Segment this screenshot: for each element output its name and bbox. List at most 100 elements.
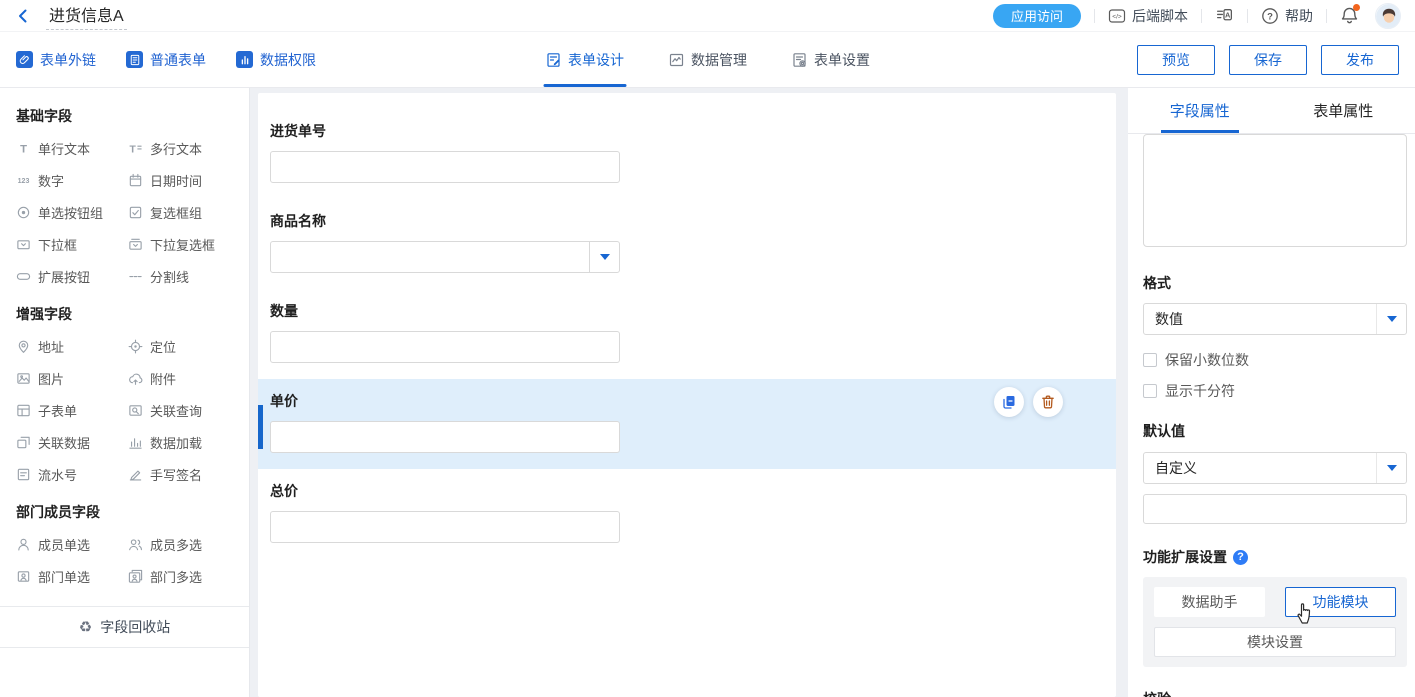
- preview-button[interactable]: 预览: [1137, 45, 1215, 75]
- number-icon: 123: [16, 173, 31, 188]
- field-type-item-subform[interactable]: 子表单: [16, 394, 128, 426]
- data-permission-link[interactable]: 数据权限: [236, 50, 316, 70]
- field-type-label: 扩展按钮: [38, 267, 90, 286]
- avatar[interactable]: [1375, 3, 1401, 29]
- field-type-item-link-data[interactable]: 关联数据: [16, 426, 128, 458]
- permission-icon: [236, 51, 253, 68]
- field-input[interactable]: [270, 151, 620, 183]
- quick-links: 表单外链 普通表单 数据权限: [16, 50, 316, 70]
- app-access-button[interactable]: 应用访问: [993, 4, 1081, 28]
- tab-data-manage-label: 数据管理: [691, 50, 747, 70]
- form-field-row[interactable]: 数量: [258, 289, 1116, 379]
- module-settings-button[interactable]: 模块设置: [1154, 627, 1396, 657]
- field-type-item-datetime[interactable]: 日期时间: [128, 164, 239, 196]
- field-type-item-serial-number[interactable]: 流水号: [16, 458, 128, 490]
- field-options-box[interactable]: [1143, 134, 1407, 247]
- chevron-down-icon[interactable]: [1376, 453, 1406, 483]
- field-type-item-address[interactable]: 地址: [16, 330, 128, 362]
- form-field-row[interactable]: 商品名称: [258, 199, 1116, 289]
- page-title[interactable]: 进货信息A: [46, 2, 127, 30]
- default-value-select[interactable]: 自定义: [1143, 452, 1407, 484]
- copy-field-button[interactable]: [994, 387, 1024, 417]
- tab-data-manage[interactable]: 数据管理: [668, 32, 747, 87]
- checkbox-icon[interactable]: [1143, 353, 1157, 367]
- field-recycle-bin[interactable]: ♻ 字段回收站: [0, 606, 249, 648]
- field-type-item-image[interactable]: 图片: [16, 362, 128, 394]
- svg-text:A: A: [1225, 11, 1231, 20]
- function-module-button[interactable]: 功能模块: [1285, 587, 1396, 617]
- data-assistant-button[interactable]: 数据助手: [1154, 587, 1265, 617]
- field-type-item-member-single[interactable]: 成员单选: [16, 528, 128, 560]
- save-button[interactable]: 保存: [1229, 45, 1307, 75]
- field-type-item-dept-single[interactable]: 部门单选: [16, 560, 128, 592]
- canvas-area: 进货单号商品名称数量单价总价: [250, 88, 1122, 697]
- form-canvas[interactable]: 进货单号商品名称数量单价总价: [258, 93, 1116, 697]
- multi-select-icon: [128, 237, 143, 252]
- serial-number-icon: [16, 467, 31, 482]
- field-type-item-data-load[interactable]: 数据加载: [128, 426, 239, 458]
- default-select-value: 自定义: [1144, 458, 1197, 478]
- field-type-item-checkbox-group[interactable]: 复选框组: [128, 196, 239, 228]
- field-input[interactable]: [270, 511, 620, 543]
- field-type-label: 多行文本: [150, 139, 202, 158]
- tab-form-properties[interactable]: 表单属性: [1272, 88, 1415, 133]
- field-type-item-location[interactable]: 定位: [128, 330, 239, 362]
- notification-dot: [1353, 4, 1360, 11]
- dept-multi-icon: [128, 569, 143, 584]
- default-value-input[interactable]: [1143, 494, 1407, 524]
- chevron-down-icon[interactable]: [589, 242, 619, 272]
- field-type-item-multi-select[interactable]: 下拉复选框: [128, 228, 239, 260]
- notifications-button[interactable]: [1340, 6, 1359, 25]
- panel-body: 格式 数值 保留小数位数显示千分符 默认值 自定义 功能扩展设置 ? 数据助手功…: [1128, 134, 1415, 697]
- form-field-row[interactable]: 总价: [258, 469, 1116, 559]
- field-type-item-radio-group[interactable]: 单选按钮组: [16, 196, 128, 228]
- format-select[interactable]: 数值: [1143, 303, 1407, 335]
- option-checkbox-row[interactable]: 显示千分符: [1143, 375, 1407, 406]
- field-type-item-divider[interactable]: 分割线: [128, 260, 239, 292]
- normal-form-link[interactable]: 普通表单: [126, 50, 206, 70]
- checkbox-icon[interactable]: [1143, 384, 1157, 398]
- toolbar-actions: 预览 保存 发布: [1137, 45, 1399, 75]
- data-load-icon: [128, 435, 143, 450]
- field-input[interactable]: [270, 331, 620, 363]
- format-section-title: 格式: [1143, 273, 1407, 293]
- field-type-label: 关联数据: [38, 433, 90, 452]
- field-input[interactable]: [270, 421, 620, 453]
- field-type-item-select[interactable]: 下拉框: [16, 228, 128, 260]
- back-button[interactable]: [10, 3, 36, 29]
- option-checkbox-row[interactable]: 保留小数位数: [1143, 344, 1407, 375]
- tab-form-design[interactable]: 表单设计: [545, 32, 624, 87]
- divider: [1247, 9, 1248, 23]
- chevron-down-icon[interactable]: [1376, 304, 1406, 334]
- select-icon: [16, 237, 31, 252]
- field-type-item-button[interactable]: 扩展按钮: [16, 260, 128, 292]
- field-type-item-signature[interactable]: 手写签名: [128, 458, 239, 490]
- backend-script-button[interactable]: </> 后端脚本: [1108, 6, 1188, 26]
- form-field-row[interactable]: 单价: [258, 379, 1116, 469]
- language-button[interactable]: A: [1215, 6, 1234, 25]
- help-label: 帮助: [1285, 6, 1313, 26]
- field-type-item-textarea[interactable]: T多行文本: [128, 132, 239, 164]
- workspace: 基础字段T单行文本T多行文本123数字日期时间单选按钮组复选框组下拉框下拉复选框…: [0, 88, 1415, 697]
- field-type-item-text[interactable]: T单行文本: [16, 132, 128, 164]
- field-type-label: 分割线: [150, 267, 189, 286]
- question-icon[interactable]: ?: [1233, 550, 1248, 565]
- form-field-row[interactable]: 进货单号: [258, 109, 1116, 199]
- field-type-item-link-query[interactable]: 关联查询: [128, 394, 239, 426]
- field-label: 单价: [270, 391, 1104, 411]
- tab-form-settings[interactable]: 表单设置: [791, 32, 870, 87]
- tab-field-properties[interactable]: 字段属性: [1128, 88, 1272, 133]
- field-type-item-member-multi[interactable]: 成员多选: [128, 528, 239, 560]
- field-type-item-number[interactable]: 123数字: [16, 164, 128, 196]
- svg-text:?: ?: [1267, 11, 1273, 22]
- field-type-item-dept-multi[interactable]: 部门多选: [128, 560, 239, 592]
- form-external-link[interactable]: 表单外链: [16, 50, 96, 70]
- help-button[interactable]: ? 帮助: [1261, 6, 1313, 26]
- titlebar-right: 应用访问 </> 后端脚本 A ? 帮助: [993, 3, 1401, 29]
- publish-button[interactable]: 发布: [1321, 45, 1399, 75]
- option-label: 保留小数位数: [1165, 350, 1249, 370]
- field-select[interactable]: [270, 241, 620, 273]
- delete-field-button[interactable]: [1033, 387, 1063, 417]
- field-type-item-attachment[interactable]: 附件: [128, 362, 239, 394]
- sidebar-section-title: 增强字段: [16, 304, 239, 324]
